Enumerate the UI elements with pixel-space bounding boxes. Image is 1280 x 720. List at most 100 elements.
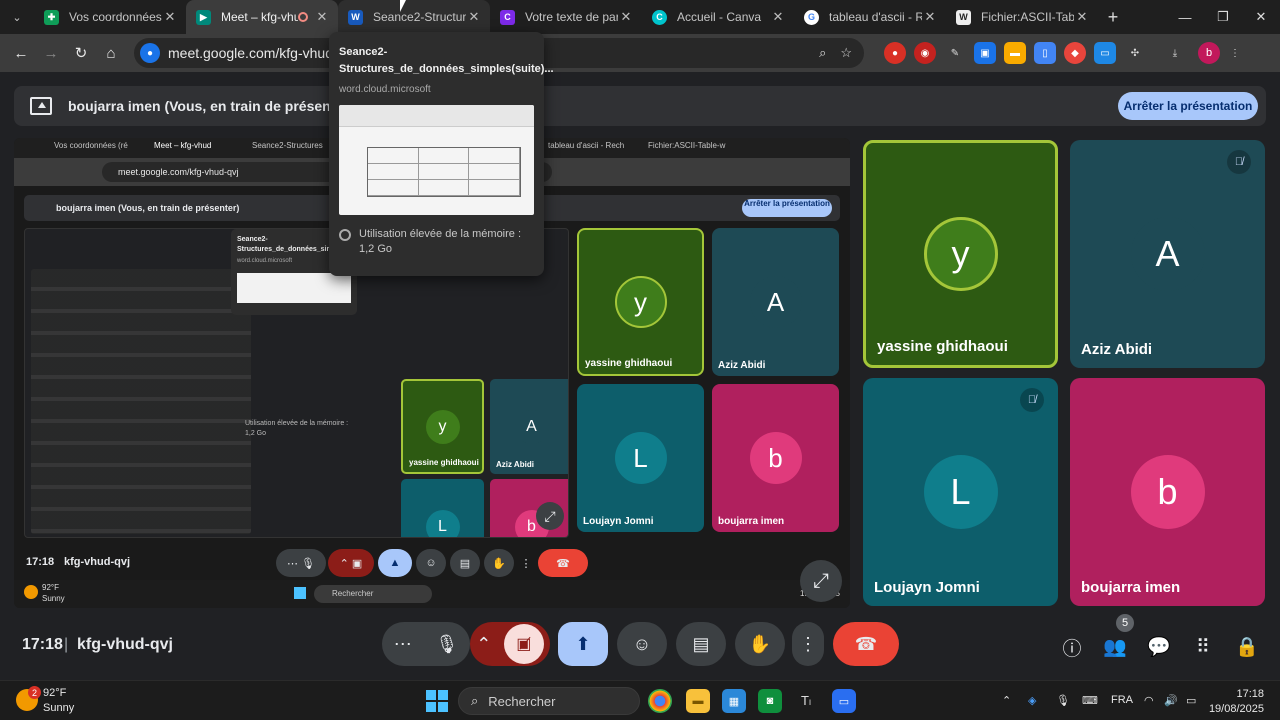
tab-tableau-ascii[interactable]: G tableau d'ascii - Rech ✕ — [794, 0, 946, 34]
captions-button[interactable]: ▤ — [676, 622, 726, 666]
extension-record-icon[interactable]: ◉ — [914, 42, 936, 64]
extension-shield-icon[interactable]: ◆ — [1064, 42, 1086, 64]
more-options-button[interactable]: ⋮ — [792, 622, 824, 666]
microsoft-store-icon[interactable]: ▦ — [722, 689, 746, 713]
microphone-permission-icon[interactable]: ● — [140, 43, 160, 63]
weather-temp[interactable]: 92°F — [43, 687, 66, 699]
extensions-puzzle-icon[interactable]: ✣ — [1124, 42, 1146, 64]
tab-meet[interactable]: ▶ Meet – kfg-vhud ✕ — [186, 0, 338, 34]
hangup-phone-icon: ☎ — [854, 633, 878, 654]
profile-avatar[interactable]: b — [1198, 42, 1220, 64]
preview-domain: word.cloud.microsoft — [339, 84, 431, 95]
shared-meeting-bar: 17:18 kfg-vhud-qvj ⋯ 🎙 ⌃ ▣ ▲ ☺ ▤ ✋ ⋮ ☎ — [14, 543, 850, 583]
close-icon[interactable]: ✕ — [922, 9, 938, 25]
whatsapp-desktop-icon[interactable]: ◙ — [758, 689, 782, 713]
participant-tile-yassine[interactable]: y yassine ghidhaoui — [863, 140, 1058, 368]
forward-arrow-icon[interactable]: → — [36, 38, 66, 68]
participant-tile-boujarra[interactable]: b boujarra imen — [1070, 378, 1265, 606]
tab-accueil-canva[interactable]: C Accueil - Canva ✕ — [642, 0, 794, 34]
battery-icon[interactable]: ▭ — [1186, 694, 1196, 707]
raise-hand-button[interactable]: ✋ — [735, 622, 785, 666]
video-settings-chevron-icon[interactable]: ⌃ — [476, 634, 491, 655]
shared-camera-off-icon: ⌃ ▣ — [328, 549, 374, 577]
tab-fichier-ascii[interactable]: W Fichier:ASCII-Table-w ✕ — [946, 0, 1098, 34]
camera-off-icon[interactable]: ▣̸ — [503, 624, 544, 664]
chrome-icon[interactable] — [648, 689, 672, 713]
bookmark-star-icon[interactable]: ☆ — [840, 45, 852, 61]
extension-screen-icon[interactable]: ▭ — [1094, 42, 1116, 64]
tray-keyboard-icon[interactable]: ⌨ — [1082, 694, 1098, 707]
shared-hand-icon: ✋ — [484, 549, 514, 577]
chat-icon[interactable]: 💬 — [1144, 632, 1174, 662]
tab-vos-coordonnees[interactable]: ✚ Vos coordonnées (ré ✕ — [34, 0, 186, 34]
people-icon[interactable]: 👥 — [1100, 632, 1130, 662]
shared-tile-yassine-large: y yassine ghidhaoui — [577, 228, 704, 376]
close-icon[interactable]: ✕ — [314, 9, 330, 25]
thumb-cell — [368, 180, 419, 196]
maximize-icon[interactable]: ❐ — [1204, 0, 1242, 34]
close-icon[interactable]: ✕ — [466, 9, 482, 25]
language-indicator[interactable]: FRA — [1111, 694, 1133, 706]
canva-icon: C — [652, 9, 667, 25]
meeting-info-icon[interactable]: ⓘ — [1057, 632, 1087, 662]
tray-security-icon[interactable]: ◈ — [1028, 694, 1036, 707]
start-pane — [438, 702, 448, 712]
shared-windows-icon — [294, 587, 306, 599]
extension-red-icon[interactable]: ● — [884, 42, 906, 64]
close-icon[interactable]: ✕ — [1074, 9, 1090, 25]
windows-taskbar: 2 92°F Sunny ⌕ Rechercher ▬ ▦ ◙ Tₗ ▭ ⌃ ◈… — [0, 680, 1280, 720]
microphone-icon[interactable]: 🎙 — [435, 634, 458, 655]
host-controls-lock-icon[interactable]: 🔒 — [1232, 632, 1262, 662]
tray-microphone-icon[interactable]: 🎙 — [1056, 694, 1070, 707]
tab-seance2[interactable]: W Seance2-Structures_c ✕ — [338, 0, 490, 34]
extension-blue-icon[interactable]: ▣ — [974, 42, 996, 64]
back-arrow-icon[interactable]: ← — [6, 38, 36, 68]
screen-recorder-icon[interactable]: ▭ — [832, 689, 856, 713]
shared-tab: Fichier:ASCII-Table-w — [648, 141, 726, 150]
avatar-letter: L — [923, 455, 998, 529]
tab-search-chevron-icon[interactable]: ⌄ — [0, 0, 34, 34]
shared-weather-cond: Sunny — [42, 594, 65, 603]
wifi-icon[interactable]: ◠ — [1144, 694, 1154, 707]
browser-menu-icon[interactable]: ⋮ — [1224, 42, 1246, 64]
thumbnail-table — [367, 147, 521, 197]
tab-label: tableau d'ascii - Rech — [829, 10, 922, 24]
new-tab-plus-icon[interactable]: + — [1098, 7, 1128, 28]
participant-tile-loujayn[interactable]: 🎙̸ L Loujayn Jomni — [863, 378, 1058, 606]
text-app-icon[interactable]: Tₗ — [794, 689, 818, 713]
tab-votre-texte[interactable]: C Votre texte de parag ✕ — [490, 0, 642, 34]
reload-icon[interactable]: ↻ — [66, 38, 96, 68]
close-icon[interactable]: ✕ — [162, 9, 178, 25]
memory-gauge-icon — [339, 229, 351, 241]
expand-icon[interactable]: ⤢ — [800, 560, 842, 602]
taskbar-clock[interactable]: 17:18 19/08/2025 — [1209, 687, 1264, 717]
activities-grid-icon[interactable]: ⠿ — [1188, 632, 1218, 662]
participant-tile-aziz[interactable]: 🎙̸ A Aziz Abidi — [1070, 140, 1265, 368]
reactions-button[interactable]: ☺ — [617, 622, 667, 666]
screen: ⌄ ✚ Vos coordonnées (ré ✕ ▶ Meet – kfg-v… — [0, 0, 1280, 720]
close-window-icon[interactable]: ✕ — [1242, 0, 1280, 34]
extension-doc-icon[interactable]: ▯ — [1034, 42, 1056, 64]
audio-settings-more-icon[interactable]: ⋯ — [394, 634, 412, 655]
extension-eyedropper-icon[interactable]: ✎ — [944, 42, 966, 64]
clock-date: 19/08/2025 — [1208, 703, 1264, 715]
close-icon[interactable]: ✕ — [618, 9, 634, 25]
shared-tab: Meet – kfg-vhud — [154, 141, 212, 150]
tray-overflow-chevron-icon[interactable]: ⌃ — [1002, 694, 1011, 707]
volume-icon[interactable]: 🔊 — [1164, 694, 1178, 707]
stop-presenting-button[interactable]: Arrêter la présentation — [1118, 92, 1258, 120]
close-icon[interactable]: ✕ — [770, 9, 786, 25]
minimize-icon[interactable]: — — [1166, 0, 1204, 34]
leave-call-button[interactable]: ☎ — [833, 622, 899, 666]
home-icon[interactable]: ⌂ — [96, 38, 126, 68]
present-screen-button[interactable]: ⬆ — [558, 622, 608, 666]
zoom-icon[interactable]: ⌕ — [819, 45, 826, 61]
shared-avatar-letter: y — [425, 409, 460, 444]
taskbar-search[interactable]: ⌕ Rechercher — [458, 687, 640, 715]
extension-yellow-icon[interactable]: ▬ — [1004, 42, 1026, 64]
tab-label: Meet – kfg-vhud — [221, 10, 298, 24]
windows-start-icon[interactable] — [426, 690, 448, 712]
file-explorer-icon[interactable]: ▬ — [686, 689, 710, 713]
download-icon[interactable]: ⤓ — [1164, 42, 1186, 64]
weather-condition[interactable]: Sunny — [43, 702, 74, 714]
